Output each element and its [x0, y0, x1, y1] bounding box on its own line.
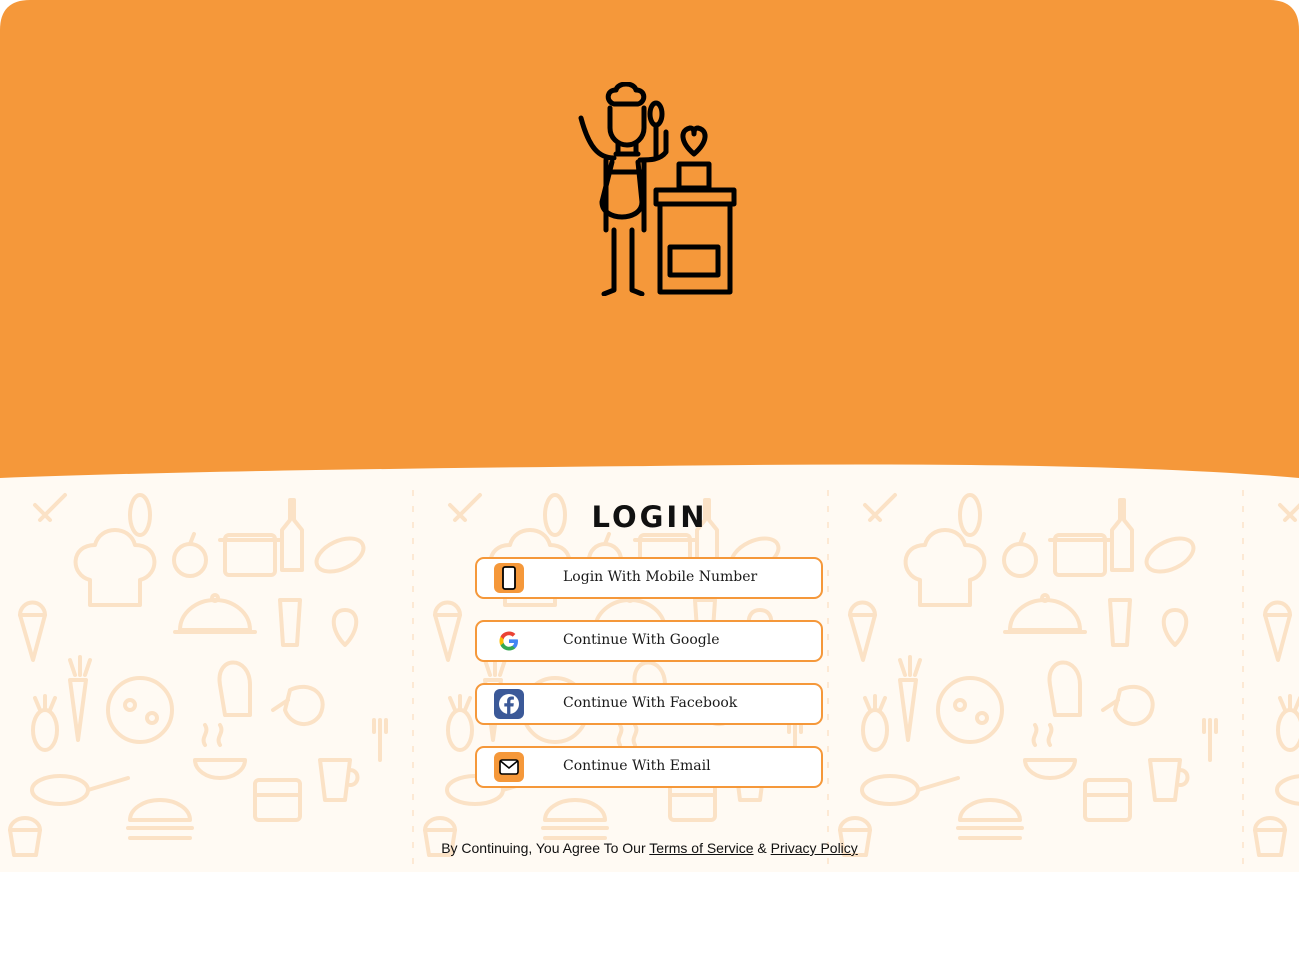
login-title: LOGIN: [591, 500, 708, 534]
google-login-label: Continue With Google: [563, 632, 720, 648]
legal-consent-text: By Continuing, You Agree To Our Terms of…: [0, 840, 1299, 856]
legal-prefix: By Continuing, You Agree To Our: [441, 840, 646, 856]
chef-cooking-icon: [578, 82, 737, 296]
hero-banner: [0, 0, 1299, 482]
email-login-button[interactable]: Continue With Email: [475, 746, 823, 788]
google-login-button[interactable]: Continue With Google: [475, 620, 823, 662]
mobile-phone-icon: [494, 563, 524, 593]
login-mobile-button[interactable]: Login With Mobile Number: [475, 557, 823, 599]
google-icon: [499, 631, 518, 651]
privacy-policy-link[interactable]: Privacy Policy: [771, 840, 858, 856]
email-login-label: Continue With Email: [563, 758, 711, 774]
legal-ampersand: &: [757, 840, 767, 856]
email-icon: [494, 752, 524, 782]
terms-of-service-link[interactable]: Terms of Service: [649, 840, 753, 856]
login-mobile-label: Login With Mobile Number: [563, 569, 758, 585]
facebook-login-label: Continue With Facebook: [563, 695, 738, 711]
facebook-icon: [494, 689, 524, 719]
facebook-login-button[interactable]: Continue With Facebook: [475, 683, 823, 725]
